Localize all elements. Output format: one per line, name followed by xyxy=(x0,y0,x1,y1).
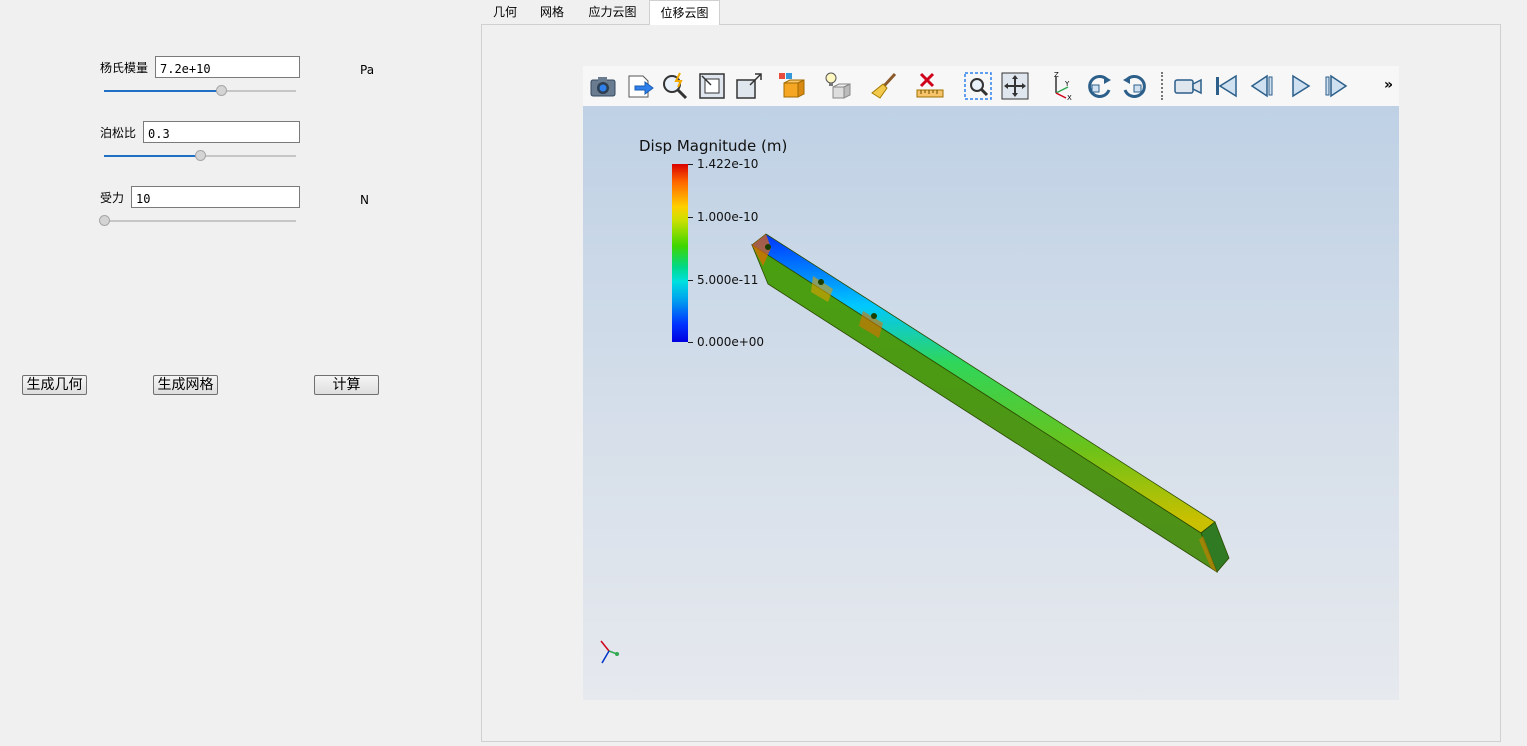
orientation-axes-widget xyxy=(600,640,619,664)
compute-button[interactable]: 计算 xyxy=(314,375,379,395)
viewer-toolbar: Z Y X » xyxy=(583,66,1399,106)
toolbar-overflow-button[interactable]: » xyxy=(1384,77,1393,93)
generate-mesh-button[interactable]: 生成网格 xyxy=(153,375,218,395)
force-unit: N xyxy=(360,193,369,207)
zoom-to-box-icon[interactable] xyxy=(734,71,764,101)
tab-displacement-contour[interactable]: 位移云图 xyxy=(649,0,720,25)
tab-stress-contour[interactable]: 应力云图 xyxy=(576,0,649,23)
axes-orientation-icon[interactable]: Z Y X xyxy=(1046,71,1076,101)
render-view[interactable]: Disp Magnitude (m) 1.422e-10 1.000e-10 5… xyxy=(583,106,1399,700)
slider-handle[interactable] xyxy=(195,150,206,161)
tab-geometry[interactable]: 几何 xyxy=(482,0,528,23)
zoom-to-data-icon[interactable] xyxy=(963,71,993,101)
export-icon[interactable] xyxy=(625,71,655,101)
poisson-ratio-input[interactable] xyxy=(143,121,300,143)
force-slider[interactable] xyxy=(99,214,296,228)
cleanup-brush-icon[interactable] xyxy=(869,71,899,101)
youngs-modulus-input[interactable] xyxy=(155,56,300,78)
youngs-modulus-label: 杨氏模量 xyxy=(100,61,149,75)
slider-handle[interactable] xyxy=(99,215,110,226)
first-frame-icon[interactable] xyxy=(1211,71,1241,101)
force-label: 受力 xyxy=(100,191,125,205)
generate-geometry-button[interactable]: 生成几何 xyxy=(22,375,87,395)
beam-model xyxy=(751,233,1230,574)
previous-frame-icon[interactable] xyxy=(1247,71,1277,101)
toolbar-separator xyxy=(1161,72,1165,100)
rotate-cw-icon[interactable] xyxy=(1084,71,1114,101)
reset-camera-icon[interactable] xyxy=(697,71,727,101)
interactive-select-icon[interactable] xyxy=(660,71,690,101)
cube-orange-icon[interactable] xyxy=(778,71,808,101)
force-input[interactable] xyxy=(131,186,300,208)
fit-view-icon[interactable] xyxy=(1000,71,1030,101)
svg-text:X: X xyxy=(1067,94,1072,101)
video-camera-icon[interactable] xyxy=(1173,71,1203,101)
svg-text:Z: Z xyxy=(1054,71,1059,79)
rotate-ccw-icon[interactable] xyxy=(1120,71,1150,101)
camera-icon[interactable] xyxy=(588,71,618,101)
svg-text:Y: Y xyxy=(1064,80,1070,88)
play-icon[interactable] xyxy=(1285,71,1315,101)
light-icon[interactable] xyxy=(823,71,853,101)
youngs-modulus-slider[interactable] xyxy=(104,84,296,98)
slider-handle[interactable] xyxy=(216,85,228,96)
tab-mesh[interactable]: 网格 xyxy=(528,0,576,23)
next-frame-icon[interactable] xyxy=(1321,71,1351,101)
youngs-modulus-unit: Pa xyxy=(360,63,375,77)
poisson-ratio-label: 泊松比 xyxy=(100,126,137,140)
poisson-ratio-slider[interactable] xyxy=(104,149,296,163)
paraview-viewer: Z Y X » Disp Magnitude (m) 1.422e-10 1.0… xyxy=(583,66,1399,700)
delete-ruler-icon[interactable] xyxy=(915,71,945,101)
